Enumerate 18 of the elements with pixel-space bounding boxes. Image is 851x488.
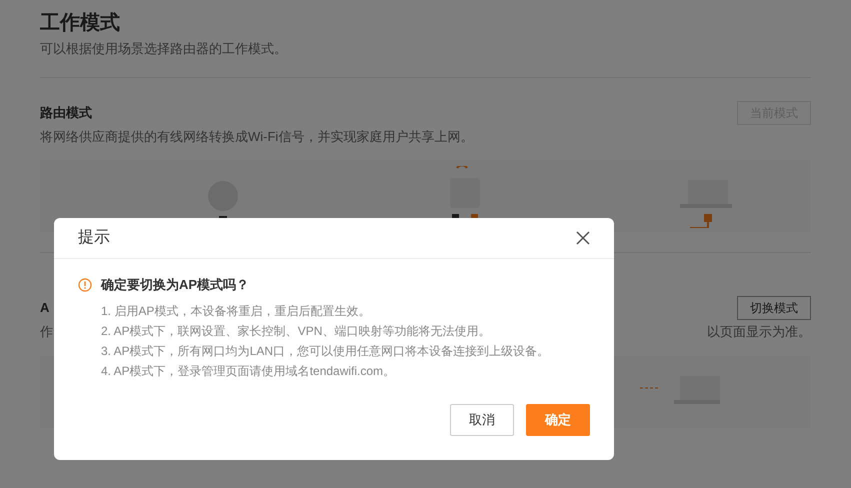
notice-line: 1. 启用AP模式，本设备将重启，重启后配置生效。 [101,302,372,320]
confirm-button[interactable]: 确定 [526,404,590,436]
notice-line: 4. AP模式下，登录管理页面请使用域名tendawifi.com。 [101,362,396,380]
notice-line: 3. AP模式下，所有网口均为LAN口，您可以使用任意网口将本设备连接到上级设备。 [101,342,550,360]
close-icon[interactable] [576,231,590,245]
warning-icon [78,278,92,292]
switch-mode-button[interactable]: 切换模式 [737,296,811,320]
notice-line: 2. AP模式下，联网设置、家长控制、VPN、端口映射等功能将无法使用。 [101,322,492,340]
mode-title: 路由模式 [40,104,92,122]
dialog-question: 确定要切换为AP模式吗？ [101,276,250,294]
mode-description: 将网络供应商提供的有线网络转换成Wi-Fi信号，并实现家庭用户共享上网。 [40,128,474,146]
dialog-title: 提示 [78,228,110,248]
mode-description-tail: 以页面显示为准。 [707,323,811,341]
cancel-button[interactable]: 取消 [450,404,514,436]
page-subtitle: 可以根据使用场景选择路由器的工作模式。 [40,40,288,58]
page-title: 工作模式 [40,11,121,36]
mode-description: 作 [40,323,53,341]
mode-title: A [40,299,50,318]
